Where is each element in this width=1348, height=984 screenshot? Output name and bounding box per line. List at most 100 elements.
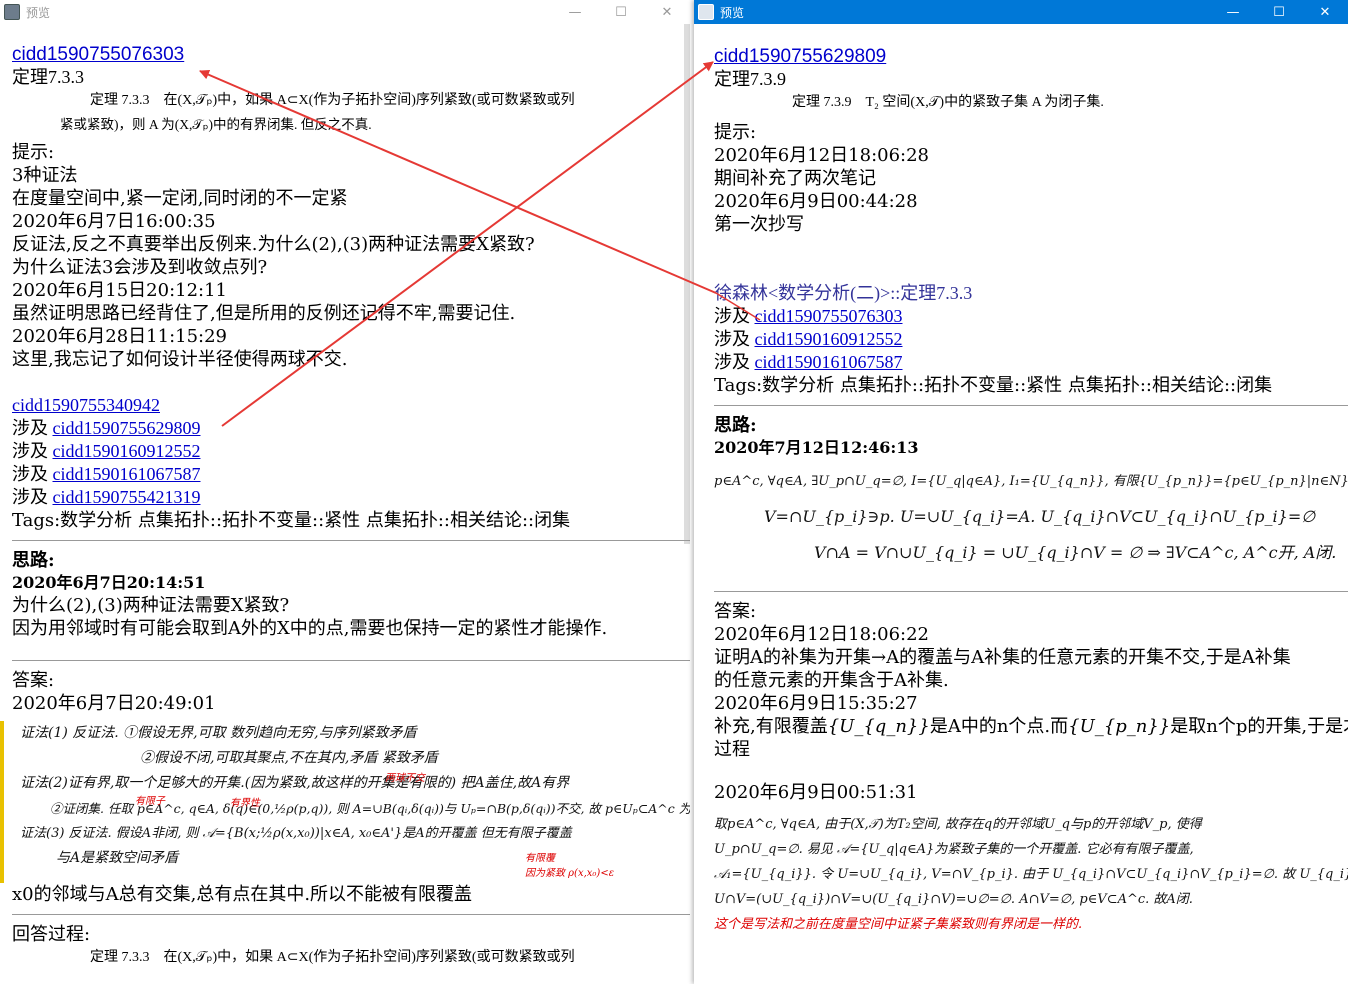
answer-line: 的任意元素的开集含于A补集. bbox=[714, 670, 949, 691]
right-preview-window: 预览 — ☐ ✕ cidd1590755629809 定理7.3.9 定理 7.… bbox=[694, 0, 1348, 984]
refs-prefix: 涉及 bbox=[12, 418, 48, 438]
minimize-button[interactable]: — bbox=[552, 0, 598, 24]
window-title: 预览 bbox=[26, 5, 51, 20]
handwriting-line: U_p∩U_q=∅. 易见 𝒜={U_q|q∈A}为紧致子集的一个开覆盖. 它必… bbox=[714, 842, 1194, 857]
refs-prefix: 涉及 bbox=[714, 306, 750, 326]
left-title-bar[interactable]: 预览 — ☐ ✕ bbox=[0, 0, 690, 24]
supplement-text: 是A中的n个点.而 bbox=[929, 716, 1069, 737]
close-button[interactable]: ✕ bbox=[1302, 0, 1348, 24]
theorem-image-line: 定理 7.3.9 T₂ 空间(X,𝒯)中的紧致子集 A 为闭子集. bbox=[792, 95, 1104, 110]
answer-time: 2020年6月7日20:49:01 bbox=[12, 693, 216, 714]
card-id-link[interactable]: cidd1590755076303 bbox=[12, 44, 184, 65]
right-title-bar[interactable]: 预览 — ☐ ✕ bbox=[694, 0, 1348, 24]
thinking-handwriting-image: p∈A^c, ∀q∈A, ∃U_p∩U_q=∅, I={U_q|q∈A}, I₁… bbox=[714, 465, 1348, 583]
handwriting-red-note: 因为紧致 ρ(x,x₀)<ε bbox=[525, 868, 615, 879]
divider bbox=[12, 540, 690, 541]
refs-prefix: 涉及 bbox=[714, 352, 750, 372]
divider bbox=[714, 591, 1348, 592]
supplement-text: 补充,有限覆盖 bbox=[714, 716, 828, 737]
source-link[interactable]: 徐森林<数学分析(二)>::定理7.3.3 bbox=[714, 283, 972, 303]
ref-link[interactable]: cidd1590755421319 bbox=[53, 487, 201, 507]
theorem-image-line-2: 紧或紧致)，则 A 为(X,𝒯ₚ)中的有界闭集. 但反之不真. bbox=[60, 117, 372, 132]
ref-link[interactable]: cidd1590755629809 bbox=[53, 418, 201, 438]
thinking-line: 因为用邻域时有可能会取到A外的X中的点,需要也保持一定的紧性才能操作. bbox=[12, 618, 608, 639]
hint-line: 为什么证法3会涉及到收敛点列? bbox=[12, 257, 268, 278]
math-cover-q: {U_{q_n}} bbox=[827, 716, 930, 737]
refs-prefix: 涉及 bbox=[12, 441, 48, 461]
minimize-button[interactable]: — bbox=[1210, 0, 1256, 24]
maximize-button[interactable]: ☐ bbox=[1256, 0, 1302, 24]
hint-line: 这里,我忘记了如何设计半径使得两球不交. bbox=[12, 349, 348, 370]
app-icon bbox=[698, 4, 714, 20]
hint-label: 提示: bbox=[714, 122, 757, 143]
handwriting-line: ②假设不闭,可取其聚点,不在其内,矛盾 紧致矛盾 bbox=[140, 750, 438, 766]
close-button[interactable]: ✕ bbox=[644, 0, 690, 24]
math-cover-p: {U_{p_n}} bbox=[1068, 716, 1171, 737]
handwriting-line: 证法(1) 反证法. ①假设无界,可取 数列趋向无穷,与序列紧致矛盾 bbox=[20, 725, 417, 741]
handwriting-line: U∩V=(∪U_{q_i})∩V=∪(U_{q_i}∩V)=∪∅=∅. A∩V=… bbox=[714, 892, 1193, 907]
answer-label: 答案: bbox=[12, 670, 55, 691]
maximize-button[interactable]: ☐ bbox=[598, 0, 644, 24]
left-content: cidd1590755076303 定理7.3.3 定理 7.3.3 在(X,𝒯… bbox=[0, 24, 690, 984]
window-title: 预览 bbox=[720, 5, 745, 20]
card-id-link[interactable]: cidd1590755629809 bbox=[714, 46, 886, 67]
handwriting-red-note: 这个是写法和之前在度量空间中证紧子集紧致则有界闭是一样的. bbox=[714, 917, 1083, 932]
handwriting-line: 证法(2)证有界,取一个足够大的开集.(因为紧致,故这样的开集是有限的) 把A盖… bbox=[20, 775, 570, 791]
hint-line: 反证法,反之不真要举出反例来.为什么(2),(3)两种证法需要X紧致? bbox=[12, 234, 535, 255]
supplement-line: 补充,有限覆盖{U_{q_n}}是A中的n个点.而{U_{p_n}}是取n个p的… bbox=[714, 715, 1348, 738]
tags: Tags:数学分析 点集拓扑::拓扑不变量::紧性 点集拓扑::相关结论::闭集 bbox=[714, 375, 1273, 396]
handwriting-line: V∩A = V∩∪U_{q_i} = ∪U_{q_i}∩V = ∅ ⇒ ∃V⊂A… bbox=[814, 543, 1337, 562]
thinking-label: 思路: bbox=[12, 550, 55, 571]
answer-time-2: 2020年6月9日00:51:31 bbox=[714, 782, 918, 803]
answer-label: 答案: bbox=[714, 601, 757, 622]
refs-prefix: 涉及 bbox=[714, 329, 750, 349]
hint-line: 期间补充了两次笔记 bbox=[714, 168, 876, 189]
ref-link[interactable]: cidd1590160912552 bbox=[755, 329, 903, 349]
process-preview: 定理 7.3.3 在(X,𝒯ₚ)中，如果 A⊂X(作为子拓扑空间)序列紧致(或可… bbox=[90, 950, 575, 965]
divider bbox=[12, 914, 690, 915]
ref-link[interactable]: cidd1590160912552 bbox=[53, 441, 201, 461]
self-link[interactable]: cidd1590755340942 bbox=[12, 395, 160, 415]
theorem-name: 定理7.3.3 bbox=[12, 67, 84, 87]
handwriting-line: V=∩U_{p_i}∋p. U=∪U_{q_i}=A. U_{q_i}∩V⊂U_… bbox=[764, 507, 1316, 526]
hint-line: 2020年6月9日00:44:28 bbox=[714, 191, 918, 212]
hint-line: 第一次抄写 bbox=[714, 214, 804, 235]
supplement-end: 过程 bbox=[714, 739, 750, 760]
left-preview-window: 预览 — ☐ ✕ cidd1590755076303 定理7.3.3 定理 7.… bbox=[0, 0, 690, 984]
ref-link[interactable]: cidd1590161067587 bbox=[53, 464, 201, 484]
ref-link[interactable]: cidd1590161067587 bbox=[755, 352, 903, 372]
handwriting-line: ②证闭集. 任取 p∈A^c, q∈A, δ(q)∈(0,½ρ(p,q)), 则… bbox=[50, 801, 690, 816]
divider bbox=[714, 405, 1348, 406]
refs-prefix: 涉及 bbox=[12, 464, 48, 484]
handwriting-line: 𝒜₁={U_{q_i}}. 令 U=∪U_{q_i}, V=∩V_{p_i}. … bbox=[714, 867, 1348, 882]
handwriting-red-note: 有界性 bbox=[230, 798, 260, 809]
hint-line: 在度量空间中,紧一定闭,同时闭的不一定紧 bbox=[12, 188, 348, 209]
hint-line: 2020年6月28日11:15:29 bbox=[12, 326, 228, 347]
app-icon bbox=[4, 4, 20, 20]
theorem-name: 定理7.3.9 bbox=[714, 69, 786, 89]
answer-handwriting-image: 取p∈A^c, ∀q∈A, 由于(X,𝒯)为T₂空间, 故存在q的开邻域U_q与… bbox=[714, 812, 1348, 937]
thinking-line: 为什么(2),(3)两种证法需要X紧致? bbox=[12, 595, 290, 616]
answer-line: 证明A的补集为开集→A的覆盖与A补集的任意元素的开集不交,于是A补集 bbox=[714, 647, 1291, 668]
hint-line: 3种证法 bbox=[12, 165, 78, 186]
thinking-label: 思路: bbox=[714, 415, 757, 436]
ref-link[interactable]: cidd1590755076303 bbox=[755, 306, 903, 326]
hint-label: 提示: bbox=[12, 142, 55, 163]
thinking-time: 2020年6月7日20:14:51 bbox=[12, 573, 206, 592]
handwriting-red-note: 有限子 bbox=[135, 796, 165, 807]
divider bbox=[12, 660, 690, 661]
hint-line: 虽然证明思路已经背住了,但是所用的反例还记得不牢,需要记住. bbox=[12, 303, 516, 324]
handwritten-proof-image: 证法(1) 反证法. ①假设无界,可取 数列趋向无穷,与序列紧致矛盾 ②假设不闭… bbox=[0, 721, 690, 883]
handwriting-red-note: 两球不交 bbox=[385, 773, 425, 784]
answer-time: 2020年6月12日18:06:22 bbox=[714, 624, 930, 645]
handwriting-line: 取p∈A^c, ∀q∈A, 由于(X,𝒯)为T₂空间, 故存在q的开邻域U_q与… bbox=[714, 817, 1202, 832]
handwriting-line: p∈A^c, ∀q∈A, ∃U_p∩U_q=∅, I={U_q|q∈A}, I₁… bbox=[714, 474, 1348, 489]
answer-line: 2020年6月9日15:35:27 bbox=[714, 693, 918, 714]
supplement-text: 是取n个p的开集,于是才有以下 bbox=[1170, 716, 1348, 737]
thinking-time: 2020年7月12日12:46:13 bbox=[714, 438, 919, 457]
theorem-image-line-1: 定理 7.3.3 在(X,𝒯ₚ)中，如果 A⊂X(作为子拓扑空间)序列紧致(或可… bbox=[90, 93, 575, 108]
hint-line: 2020年6月15日20:12:11 bbox=[12, 280, 228, 301]
handwriting-line: 证法(3) 反证法. 假设A非闭, 则 𝒜={B(x;½ρ(x,x₀))|x∈A… bbox=[20, 826, 572, 841]
refs-prefix: 涉及 bbox=[12, 487, 48, 507]
process-label: 回答过程: bbox=[12, 924, 91, 945]
